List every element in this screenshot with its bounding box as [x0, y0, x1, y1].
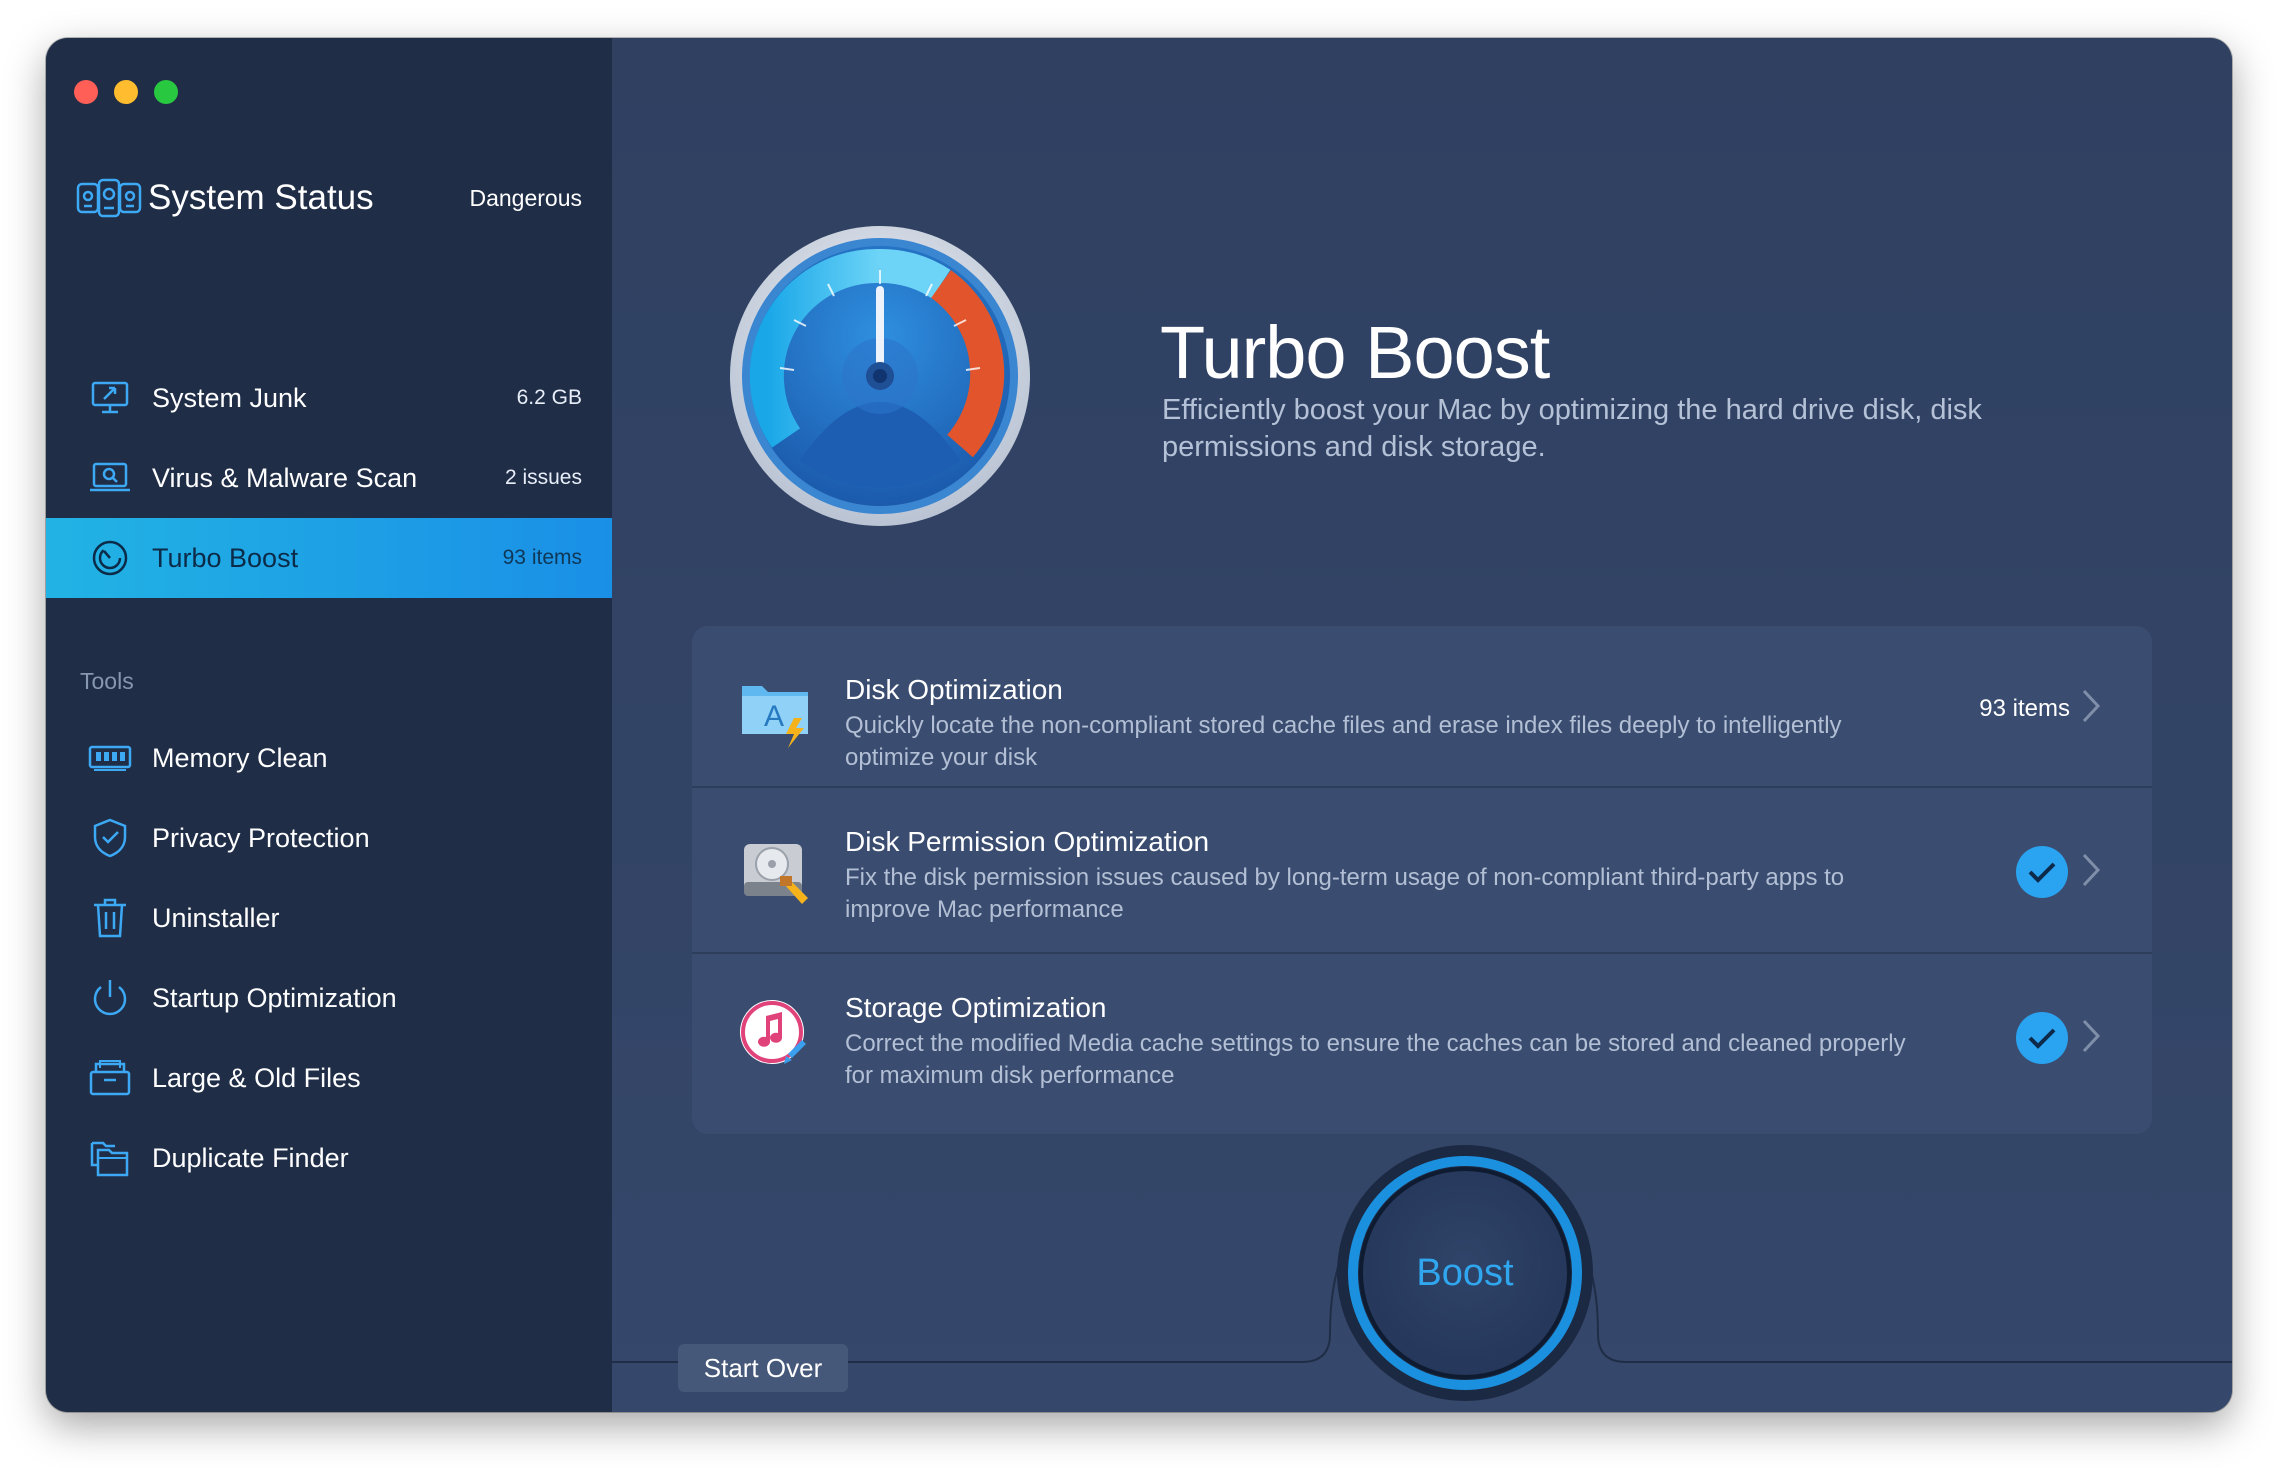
- scan-icon: [88, 456, 132, 500]
- item-count: 93 items: [1979, 694, 2070, 722]
- sidebar: System Status Dangerous System Junk 6.2 …: [46, 38, 612, 1412]
- system-status-icon: [76, 178, 142, 218]
- optimization-list: A Disk Optimization Quickly locate the n…: [692, 626, 2152, 1134]
- speedometer-icon: [728, 224, 1032, 528]
- sidebar-item-meta: 2 issues: [504, 466, 582, 489]
- sidebar-item-large-old-files[interactable]: Large & Old Files: [46, 1038, 612, 1118]
- trash-icon: [88, 896, 132, 940]
- list-item-title: Disk Permission Optimization: [845, 826, 1210, 857]
- main-content: Turbo Boost Efficiently boost your Mac b…: [612, 38, 2232, 1412]
- folder-icon: [88, 1136, 132, 1180]
- sidebar-item-turbo-boost[interactable]: Turbo Boost 93 items: [46, 518, 612, 598]
- system-status[interactable]: System Status Dangerous: [76, 170, 582, 226]
- sidebar-item-meta: 93 items: [502, 546, 582, 569]
- checkmark-icon[interactable]: [2016, 846, 2068, 898]
- sidebar-item-label: Duplicate Finder: [152, 1142, 349, 1173]
- window-controls: [74, 80, 178, 104]
- checkmark-icon[interactable]: [2016, 1012, 2068, 1064]
- list-item-description: Quickly locate the non-compliant stored …: [845, 712, 1842, 771]
- boost-label: Boost: [1416, 1251, 1514, 1294]
- sidebar-item-startup-optimization[interactable]: Startup Optimization: [46, 958, 612, 1038]
- sidebar-item-label: Startup Optimization: [152, 982, 397, 1013]
- tools-list: Memory Clean Privacy Protection Uninstal…: [46, 718, 612, 1198]
- sidebar-item-label: Large & Old Files: [152, 1062, 361, 1093]
- chevron-right-icon[interactable]: [2080, 688, 2102, 729]
- list-item-description: Correct the modified Media cache setting…: [845, 1030, 1906, 1089]
- list-item-disk-optimization[interactable]: A Disk Optimization Quickly locate the n…: [692, 626, 2152, 786]
- shield-icon: [88, 816, 132, 860]
- page-description: Efficiently boost your Mac by optimizing…: [1162, 394, 1982, 463]
- list-item-status: 93 items: [1979, 688, 2102, 729]
- list-item-disk-permission-optimization[interactable]: Disk Permission Optimization Fix the dis…: [692, 786, 2152, 954]
- app-window: System Status Dangerous System Junk 6.2 …: [46, 38, 2232, 1412]
- sidebar-item-meta: 6.2 GB: [516, 386, 582, 409]
- chevron-right-icon[interactable]: [2080, 1018, 2102, 1059]
- sidebar-item-label: Virus & Malware Scan: [152, 462, 418, 493]
- sidebar-item-duplicate-finder[interactable]: Duplicate Finder: [46, 1118, 612, 1198]
- monitor-icon: [88, 376, 132, 420]
- sidebar-item-privacy-protection[interactable]: Privacy Protection: [46, 798, 612, 878]
- chevron-right-icon[interactable]: [2080, 852, 2102, 893]
- close-button[interactable]: [74, 80, 98, 104]
- app-folder-icon: A: [736, 676, 816, 756]
- list-item-text: Disk Optimization Quickly locate the non…: [845, 674, 1935, 774]
- list-item-description: Fix the disk permission issues caused by…: [845, 864, 1845, 923]
- music-icon: [736, 996, 816, 1076]
- tools-section-title: Tools: [80, 668, 134, 694]
- files-icon: [88, 1056, 132, 1100]
- sidebar-item-memory-clean[interactable]: Memory Clean: [46, 718, 612, 798]
- start-over-button[interactable]: Start Over: [678, 1344, 848, 1392]
- zoom-button[interactable]: [154, 80, 178, 104]
- list-item-text: Storage Optimization Correct the modifie…: [845, 992, 1935, 1092]
- system-status-state: Dangerous: [469, 184, 582, 211]
- sidebar-item-label: Privacy Protection: [152, 822, 370, 853]
- power-icon: [88, 976, 132, 1020]
- page-title: Turbo Boost: [1160, 311, 1550, 394]
- sidebar-item-label: Turbo Boost: [152, 542, 299, 573]
- boost-button[interactable]: Boost: [1332, 1140, 1598, 1406]
- speedometer-icon: [88, 536, 132, 580]
- memory-icon: [88, 736, 132, 780]
- sidebar-item-label: Uninstaller: [152, 902, 280, 933]
- sidebar-item-label: System Junk: [152, 382, 307, 413]
- minimize-button[interactable]: [114, 80, 138, 104]
- list-item-status: [2016, 846, 2102, 898]
- hard-drive-icon: [736, 832, 816, 912]
- list-item-title: Storage Optimization: [845, 992, 1107, 1023]
- list-item-status: [2016, 1012, 2102, 1064]
- sidebar-item-system-junk[interactable]: System Junk 6.2 GB: [46, 358, 612, 438]
- svg-text:A: A: [764, 700, 784, 733]
- list-item-storage-optimization[interactable]: Storage Optimization Correct the modifie…: [692, 952, 2152, 1134]
- system-status-title: System Status: [148, 178, 374, 217]
- sidebar-nav: System Junk 6.2 GB Virus & Malware Scan …: [46, 358, 612, 598]
- sidebar-item-label: Memory Clean: [152, 742, 328, 773]
- list-item-text: Disk Permission Optimization Fix the dis…: [845, 826, 1935, 926]
- sidebar-item-uninstaller[interactable]: Uninstaller: [46, 878, 612, 958]
- sidebar-item-virus-malware-scan[interactable]: Virus & Malware Scan 2 issues: [46, 438, 612, 518]
- list-item-title: Disk Optimization: [845, 674, 1063, 705]
